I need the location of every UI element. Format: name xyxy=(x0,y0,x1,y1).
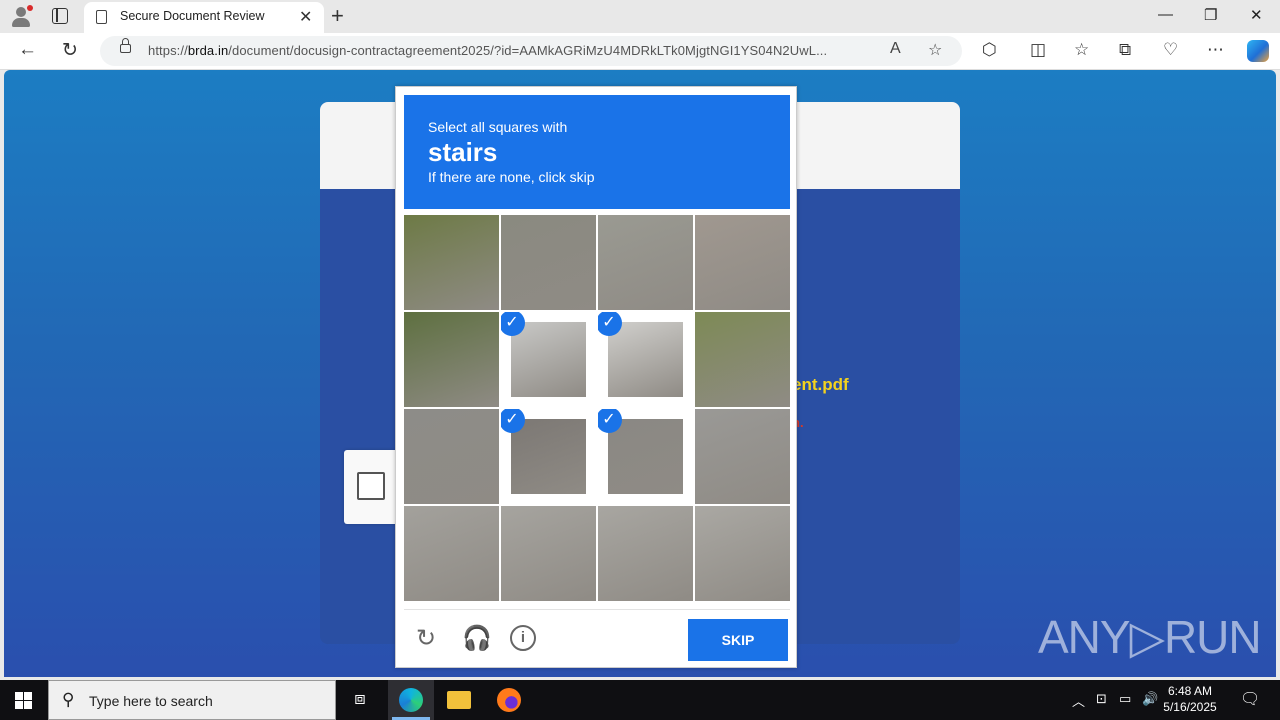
volume-icon[interactable]: 🔊 xyxy=(1142,691,1158,707)
address-bar[interactable]: https://brda.in/document/docusign-contra… xyxy=(100,36,962,66)
captcha-hint: If there are none, click skip xyxy=(428,169,595,185)
browser-tab-bar: Secure Document Review ✕ + — ❐ ✕ xyxy=(0,0,1280,33)
captcha-tile-image xyxy=(695,312,790,407)
device-icon[interactable]: ⊡ xyxy=(1096,691,1107,707)
captcha-tile[interactable]: ✓ xyxy=(598,409,693,504)
captcha-header: Select all squares with stairs If there … xyxy=(404,95,790,209)
captcha-tile-image xyxy=(608,419,683,494)
captcha-tile-image xyxy=(598,506,693,601)
close-window-icon[interactable]: ✕ xyxy=(1250,6,1263,24)
captcha-tile-image xyxy=(501,506,596,601)
captcha-tile[interactable] xyxy=(598,506,693,601)
captcha-tile[interactable] xyxy=(404,409,499,504)
captcha-tile-image xyxy=(404,409,499,504)
document-icon xyxy=(96,10,107,24)
notifications-icon[interactable]: 🗨 xyxy=(1240,689,1260,709)
document-filename: ent.pdf xyxy=(792,375,849,394)
search-placeholder: Type here to search xyxy=(89,693,213,709)
captcha-tile-image xyxy=(501,215,596,310)
captcha-tile-image xyxy=(404,506,499,601)
tab-actions-icon[interactable] xyxy=(52,8,68,24)
back-icon[interactable]: ← xyxy=(18,39,37,61)
captcha-tile-image xyxy=(695,409,790,504)
captcha-tile-image xyxy=(404,312,499,407)
captcha-tile-image xyxy=(598,215,693,310)
file-explorer-icon[interactable] xyxy=(447,688,471,712)
firefox-icon[interactable] xyxy=(497,688,521,712)
more-options-icon[interactable]: ⋯ xyxy=(1207,40,1224,60)
info-icon[interactable]: i xyxy=(510,625,536,651)
captcha-tile[interactable]: ✓ xyxy=(501,312,596,407)
captcha-tile[interactable] xyxy=(404,312,499,407)
copilot-icon[interactable] xyxy=(1247,40,1269,62)
restore-icon[interactable]: ❐ xyxy=(1204,6,1217,24)
new-tab-icon[interactable]: + xyxy=(331,3,344,29)
captcha-instruction: Select all squares with xyxy=(428,119,568,135)
anyrun-watermark: ANY▷RUN xyxy=(1038,611,1262,663)
search-icon: ⚲ xyxy=(62,690,75,709)
captcha-tile-image xyxy=(695,506,790,601)
captcha-tile[interactable] xyxy=(695,312,790,407)
captcha-tile[interactable] xyxy=(598,215,693,310)
captcha-tile[interactable] xyxy=(695,506,790,601)
captcha-tile[interactable] xyxy=(501,215,596,310)
captcha-checkbox[interactable] xyxy=(357,472,385,500)
tab-title: Secure Document Review xyxy=(120,9,265,23)
captcha-tile[interactable] xyxy=(404,215,499,310)
lock-icon[interactable] xyxy=(120,38,131,53)
captcha-tile[interactable]: ✓ xyxy=(598,312,693,407)
captcha-tile[interactable]: ✓ xyxy=(501,409,596,504)
captcha-tile-image xyxy=(511,322,586,397)
close-tab-icon[interactable]: ✕ xyxy=(299,7,312,27)
browser-toolbar: ← ↻ https://brda.in/document/docusign-co… xyxy=(0,33,1280,70)
collections-icon[interactable]: ⧉ xyxy=(1119,40,1131,60)
system-clock[interactable]: 6:48 AM 5/16/2025 xyxy=(1160,683,1220,715)
audio-challenge-icon[interactable]: 🎧 xyxy=(462,624,492,653)
favorites-icon[interactable]: ☆ xyxy=(1074,40,1089,60)
skip-button[interactable]: SKIP xyxy=(688,619,788,661)
captcha-tile-image xyxy=(695,215,790,310)
profile-icon[interactable] xyxy=(10,5,33,27)
captcha-checkbox-widget xyxy=(344,450,400,524)
tab-secure-document-review[interactable]: Secure Document Review ✕ xyxy=(84,2,324,33)
clock-date: 5/16/2025 xyxy=(1163,700,1217,714)
windows-start-icon[interactable] xyxy=(15,692,32,709)
captcha-tile[interactable] xyxy=(695,409,790,504)
refresh-icon[interactable]: ↻ xyxy=(62,39,78,62)
task-view-icon[interactable]: ⧈ xyxy=(348,688,372,712)
network-icon[interactable]: ▭ xyxy=(1119,691,1131,707)
clock-time: 6:48 AM xyxy=(1167,684,1213,698)
favorite-star-icon[interactable]: ☆ xyxy=(928,40,942,60)
captcha-challenge: Select all squares with stairs If there … xyxy=(395,86,797,668)
captcha-image-grid: ✓ ✓ ✓ ✓ xyxy=(404,215,790,601)
captcha-tile-image xyxy=(511,419,586,494)
taskbar: ⚲ Type here to search ⧈ ︿ ⊡ ▭ 🔊 6:48 AM … xyxy=(0,680,1280,720)
captcha-tile[interactable] xyxy=(501,506,596,601)
captcha-tile[interactable] xyxy=(404,506,499,601)
captcha-target: stairs xyxy=(428,137,498,167)
captcha-tile-image xyxy=(404,215,499,310)
minimize-icon[interactable]: — xyxy=(1158,6,1173,23)
taskbar-search[interactable]: ⚲ Type here to search xyxy=(48,680,336,720)
captcha-footer: ↻ 🎧 i SKIP xyxy=(404,609,790,661)
captcha-tile[interactable] xyxy=(695,215,790,310)
extensions-icon[interactable]: ⬡ xyxy=(982,40,997,60)
edge-taskbar-icon[interactable] xyxy=(399,688,423,712)
captcha-tile-image xyxy=(608,322,683,397)
reload-icon[interactable]: ↻ xyxy=(416,624,436,653)
browser-essentials-icon[interactable]: ♡ xyxy=(1163,40,1178,60)
read-aloud-icon[interactable]: A xyxy=(890,40,901,58)
show-hidden-icons-icon[interactable]: ︿ xyxy=(1072,691,1085,710)
url-text[interactable]: https://brda.in/document/docusign-contra… xyxy=(148,43,827,58)
split-screen-icon[interactable]: ◫ xyxy=(1030,40,1046,60)
